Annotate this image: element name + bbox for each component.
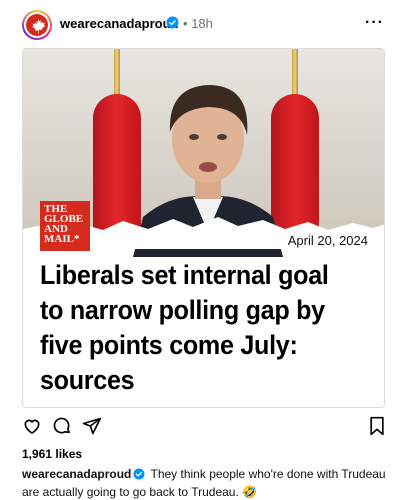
article-headline: Liberals set internal goal to narrow pol… — [40, 260, 329, 395]
more-options-button[interactable]: ··· — [365, 14, 384, 32]
caption-username[interactable]: wearecanadaproud — [22, 467, 131, 481]
article-date: April 20, 2024 — [287, 233, 368, 248]
maple-leaf-icon — [32, 18, 46, 34]
bookmark-icon[interactable] — [368, 416, 386, 441]
globe-and-mail-logo: THE GLOBE AND MAIL* — [40, 201, 90, 251]
post-image[interactable]: THE GLOBE AND MAIL* April 20, 2024 Liber… — [22, 48, 385, 408]
verified-badge-icon — [166, 16, 179, 34]
heart-icon[interactable] — [22, 416, 42, 441]
comment-icon[interactable] — [52, 416, 72, 441]
share-icon[interactable] — [82, 416, 102, 441]
post-caption: wearecanadaproud They think people who'r… — [22, 466, 397, 500]
likes-count[interactable]: 1,961 likes — [22, 447, 82, 461]
post-username[interactable]: wearecanadaproud — [60, 16, 179, 31]
post-time: • 18h — [183, 16, 213, 31]
action-bar — [0, 412, 418, 442]
post-header: wearecanadaproud • 18h ··· — [0, 0, 418, 48]
verified-badge-icon — [133, 468, 145, 484]
avatar[interactable] — [22, 10, 52, 40]
